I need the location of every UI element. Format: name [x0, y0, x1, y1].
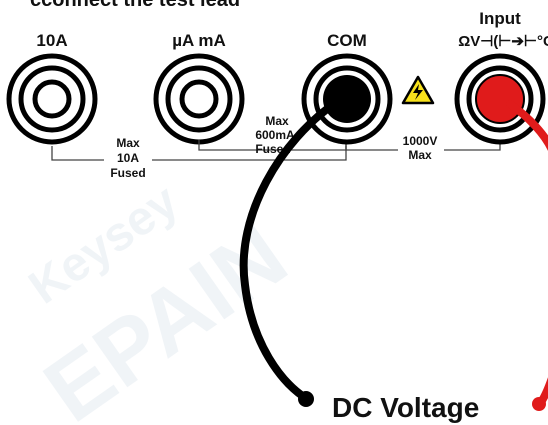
- terminal-label-input: Input: [479, 9, 521, 28]
- rating-1000v-line-1: 1000V: [403, 134, 438, 148]
- com-black-plug: [323, 75, 371, 123]
- terminal-ua-ma-jack[interactable]: [153, 53, 245, 145]
- rating-10a-line-2: 10A: [117, 151, 139, 165]
- terminal-10a-jack[interactable]: [6, 53, 98, 145]
- rating-10a-line-1: Max: [116, 136, 140, 150]
- watermark: Keysey EPAIN: [20, 175, 305, 425]
- terminal-input-jack[interactable]: [454, 53, 546, 145]
- rating-600ma-line-1: Max: [265, 114, 289, 128]
- terminal-label-com: COM: [327, 31, 367, 50]
- input-lead-probe-tip: [532, 397, 546, 411]
- terminal-label-10a: 10A: [36, 31, 67, 50]
- rating-1000v-max: 1000V Max: [398, 133, 444, 163]
- com-lead-probe-tip: [298, 391, 314, 407]
- terminal-sublabel-input: ΩV⊣(⊢➔⊢°C: [458, 33, 548, 50]
- terminal-label-ua-ma: µA mA: [172, 31, 226, 50]
- rating-600ma-line-2: 600mA: [255, 128, 295, 142]
- rating-1000v-line-2: Max: [408, 148, 432, 162]
- high-voltage-warning-icon: [401, 75, 435, 105]
- header-fragment: cconnect the test lead: [30, 0, 240, 11]
- terminal-com-jack[interactable]: [301, 53, 393, 145]
- input-red-plug: [475, 74, 525, 124]
- measurement-label: DC Voltage: [332, 392, 479, 423]
- rating-10a-fused: Max 10A Fused: [104, 136, 152, 184]
- rating-10a-line-3: Fused: [110, 166, 145, 180]
- multimeter-connection-diagram: Keysey EPAIN cconnect the test lead 10A …: [6, 0, 548, 425]
